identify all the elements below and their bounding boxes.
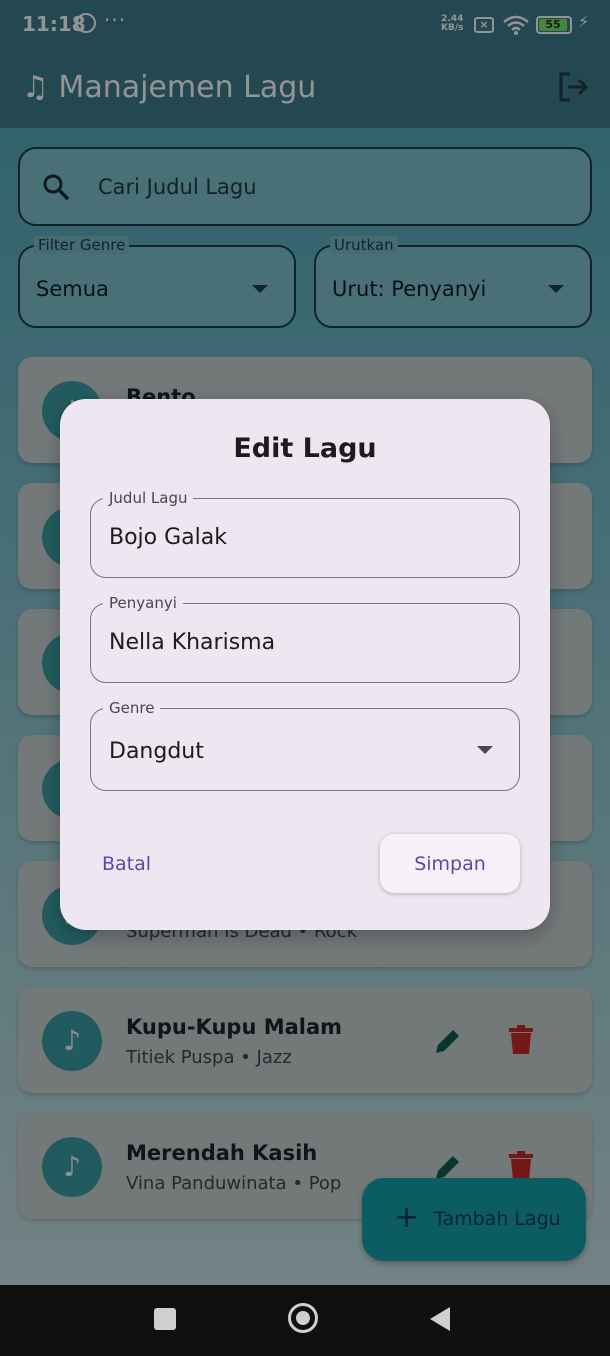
cancel-button[interactable]: Batal <box>102 853 151 875</box>
song-title-field[interactable]: Judul Lagu Bojo Galak <box>90 489 520 578</box>
system-nav-bar <box>0 1285 610 1356</box>
song-title-field-value: Bojo Galak <box>109 525 227 550</box>
save-button[interactable]: Simpan <box>380 834 520 893</box>
genre-dropdown[interactable]: Genre Dangdut <box>90 699 520 791</box>
dialog-title: Edit Lagu <box>233 433 377 464</box>
chevron-down-icon <box>477 746 493 754</box>
back-icon[interactable] <box>430 1307 450 1331</box>
app-screen: 11:18 ··· 2.44 KB/s × 55 ⚡ ♫ Manajemen L… <box>0 0 610 1285</box>
genre-dropdown-label: Genre <box>103 699 161 717</box>
artist-field-value: Nella Kharisma <box>109 630 276 655</box>
genre-dropdown-value: Dangdut <box>109 739 204 764</box>
recent-apps-icon[interactable] <box>154 1308 176 1330</box>
artist-field-label: Penyanyi <box>103 594 183 612</box>
song-title-field-label: Judul Lagu <box>103 489 194 507</box>
edit-song-dialog: Edit Lagu Judul Lagu Bojo Galak Penyanyi… <box>60 399 550 930</box>
artist-field[interactable]: Penyanyi Nella Kharisma <box>90 594 520 683</box>
home-icon[interactable] <box>288 1303 318 1333</box>
